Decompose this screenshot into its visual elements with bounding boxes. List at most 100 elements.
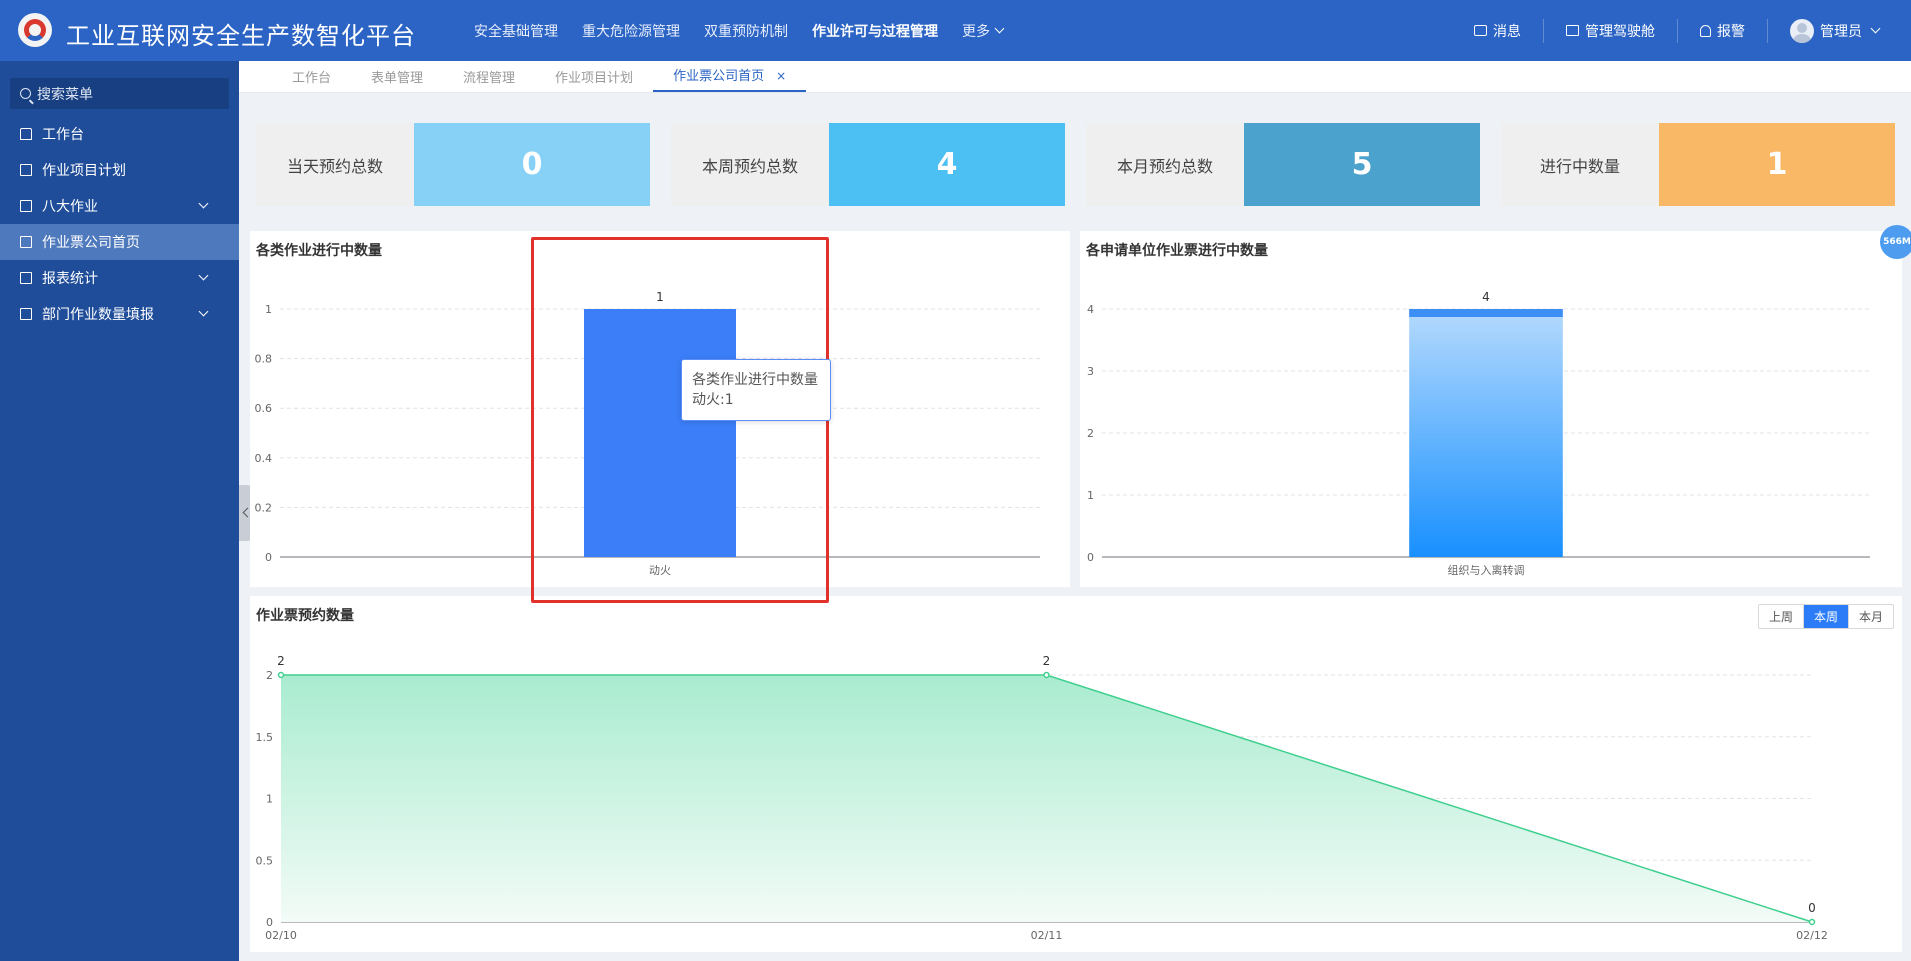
data-label: 4: [1482, 290, 1490, 304]
chevron-down-icon: [198, 270, 209, 281]
sidebar-item-label: 作业票公司首页: [42, 235, 140, 251]
y-tick-label: 1: [266, 793, 273, 806]
nav-more[interactable]: 更多: [962, 21, 1005, 41]
stat-card-today: 当天预约总数 0: [256, 123, 650, 206]
y-tick-label: 0.2: [255, 501, 273, 514]
x-tick-label: 02/12: [1796, 929, 1828, 942]
cockpit-button[interactable]: 管理驾驶舱: [1543, 18, 1677, 43]
messages-button[interactable]: 消息: [1452, 19, 1543, 43]
top-nav: 安全基础管理 重大危险源管理 双重预防机制 作业许可与过程管理 更多: [474, 0, 1027, 61]
tab-workbench[interactable]: 工作台: [272, 67, 351, 92]
y-tick-label: 0: [1087, 551, 1094, 564]
alarm-label: 报警: [1717, 23, 1745, 40]
x-tick-label: 02/11: [1031, 929, 1063, 942]
sidebar-item-eight-operations[interactable]: 八大作业: [0, 188, 239, 224]
chart-title: 作业票预约数量: [256, 608, 354, 624]
tab-label: 作业票公司首页: [673, 69, 765, 84]
range-toggle: 上周 本周 本月: [1757, 604, 1894, 629]
stat-label: 本周预约总数: [671, 123, 829, 206]
tooltip-title: 各类作业进行中数量: [692, 372, 818, 388]
chart-tooltip: 各类作业进行中数量 动火:1: [681, 359, 831, 421]
sidebar-item-label: 工作台: [42, 127, 84, 143]
top-header: 工业互联网安全生产数智化平台 安全基础管理 重大危险源管理 双重预防机制 作业许…: [0, 0, 1911, 61]
y-tick-label: 0: [265, 551, 272, 564]
tab-process-management[interactable]: 流程管理: [443, 67, 535, 92]
home-icon: [20, 128, 32, 140]
monitor-icon: [1566, 25, 1579, 36]
data-label: 2: [277, 654, 285, 668]
nav-work-permit[interactable]: 作业许可与过程管理: [812, 21, 938, 41]
page-tabs: 工作台 表单管理 流程管理 作业项目计划 作业票公司首页 ×: [239, 61, 1911, 93]
data-point: [1808, 918, 1816, 926]
close-icon[interactable]: ×: [776, 69, 786, 83]
chart-title: 各类作业进行中数量: [256, 243, 382, 259]
x-tick-label: 动火: [649, 564, 671, 577]
data-label: 2: [1043, 654, 1051, 668]
list-icon: [20, 164, 32, 176]
logo-icon: [18, 13, 52, 47]
data-label: 1: [656, 290, 664, 304]
y-tick-label: 0.6: [255, 402, 273, 415]
messages-label: 消息: [1493, 23, 1521, 40]
header-actions: 消息 管理驾驶舱 报警 管理员: [1452, 0, 1901, 61]
y-tick-label: 4: [1087, 303, 1094, 316]
y-tick-label: 0: [266, 916, 273, 929]
tab-project-plan[interactable]: 作业项目计划: [535, 67, 653, 92]
sidebar: 搜索菜单 工作台 作业项目计划 八大作业 作业票公司首页 报表统计 部门作业数量…: [0, 61, 239, 961]
search-icon: [20, 88, 31, 99]
sidebar-item-label: 报表统计: [42, 271, 98, 287]
bell-icon: [1700, 24, 1711, 37]
data-point: [277, 671, 285, 679]
tab-ticket-home[interactable]: 作业票公司首页 ×: [653, 65, 807, 92]
sidebar-item-project-plan[interactable]: 作业项目计划: [0, 152, 239, 188]
y-tick-label: 1.5: [256, 731, 274, 744]
sidebar-item-dept-fill[interactable]: 部门作业数量填报: [0, 296, 239, 332]
range-this-month-button[interactable]: 本月: [1847, 605, 1893, 628]
task-icon: [20, 200, 32, 212]
y-tick-label: 0.5: [256, 854, 274, 867]
stat-card-in-progress: 进行中数量 1: [1501, 123, 1895, 206]
memory-badge: 566M: [1880, 225, 1911, 259]
user-name: 管理员: [1820, 23, 1862, 40]
sidebar-menu: 工作台 作业项目计划 八大作业 作业票公司首页 报表统计 部门作业数量填报: [0, 116, 239, 332]
stat-value: 5: [1244, 123, 1480, 206]
stat-label: 本月预约总数: [1086, 123, 1244, 206]
alarm-button[interactable]: 报警: [1677, 18, 1767, 43]
edit-icon: [20, 308, 32, 320]
stat-value: 4: [829, 123, 1065, 206]
range-this-week-button[interactable]: 本周: [1802, 605, 1848, 628]
chart-title: 各申请单位作业票进行中数量: [1086, 243, 1268, 259]
y-tick-label: 1: [1087, 489, 1094, 502]
search-input[interactable]: 搜索菜单: [10, 78, 229, 109]
nav-safety-basics[interactable]: 安全基础管理: [474, 21, 558, 41]
table-icon: [20, 272, 32, 284]
chevron-down-icon: [1870, 23, 1881, 34]
sidebar-item-workbench[interactable]: 工作台: [0, 116, 239, 152]
range-last-week-button[interactable]: 上周: [1759, 605, 1803, 628]
app-title: 工业互联网安全生产数智化平台: [66, 22, 416, 50]
bar-chart-applicant-units: 0 1 2 3 4 4 组织与入离转调: [1087, 290, 1870, 577]
nav-dual-prevention[interactable]: 双重预防机制: [704, 21, 788, 41]
user-menu[interactable]: 管理员: [1767, 18, 1901, 43]
stat-card-week: 本周预约总数 4: [671, 123, 1065, 206]
stat-value: 0: [414, 123, 650, 206]
cockpit-label: 管理驾驶舱: [1585, 23, 1655, 40]
sidebar-item-ticket-home[interactable]: 作业票公司首页: [0, 224, 239, 260]
chevron-down-icon: [994, 23, 1005, 34]
area-fill: [281, 675, 1812, 922]
chart-panel-reservations: 0 0.5 1 1.5 2 2 02/10 2 02/11 0 02/12 作业票预约数量: [250, 596, 1902, 952]
chart-panel-applicant-units: 0 1 2 3 4 4 组织与入离转调 各申请单位作业票进行中数量: [1080, 231, 1902, 587]
message-icon: [1474, 25, 1487, 36]
sidebar-item-reports[interactable]: 报表统计: [0, 260, 239, 296]
tab-form-management[interactable]: 表单管理: [351, 67, 443, 92]
x-tick-label: 02/10: [265, 929, 297, 942]
stat-label: 当天预约总数: [256, 123, 414, 206]
nav-major-hazards[interactable]: 重大危险源管理: [582, 21, 680, 41]
y-tick-label: 2: [266, 669, 273, 682]
bar: [584, 309, 736, 557]
data-label: 0: [1808, 901, 1816, 915]
task-icon: [20, 236, 32, 248]
stat-card-month: 本月预约总数 5: [1086, 123, 1480, 206]
sidebar-item-label: 八大作业: [42, 199, 98, 215]
bar-cap: [1409, 309, 1563, 317]
